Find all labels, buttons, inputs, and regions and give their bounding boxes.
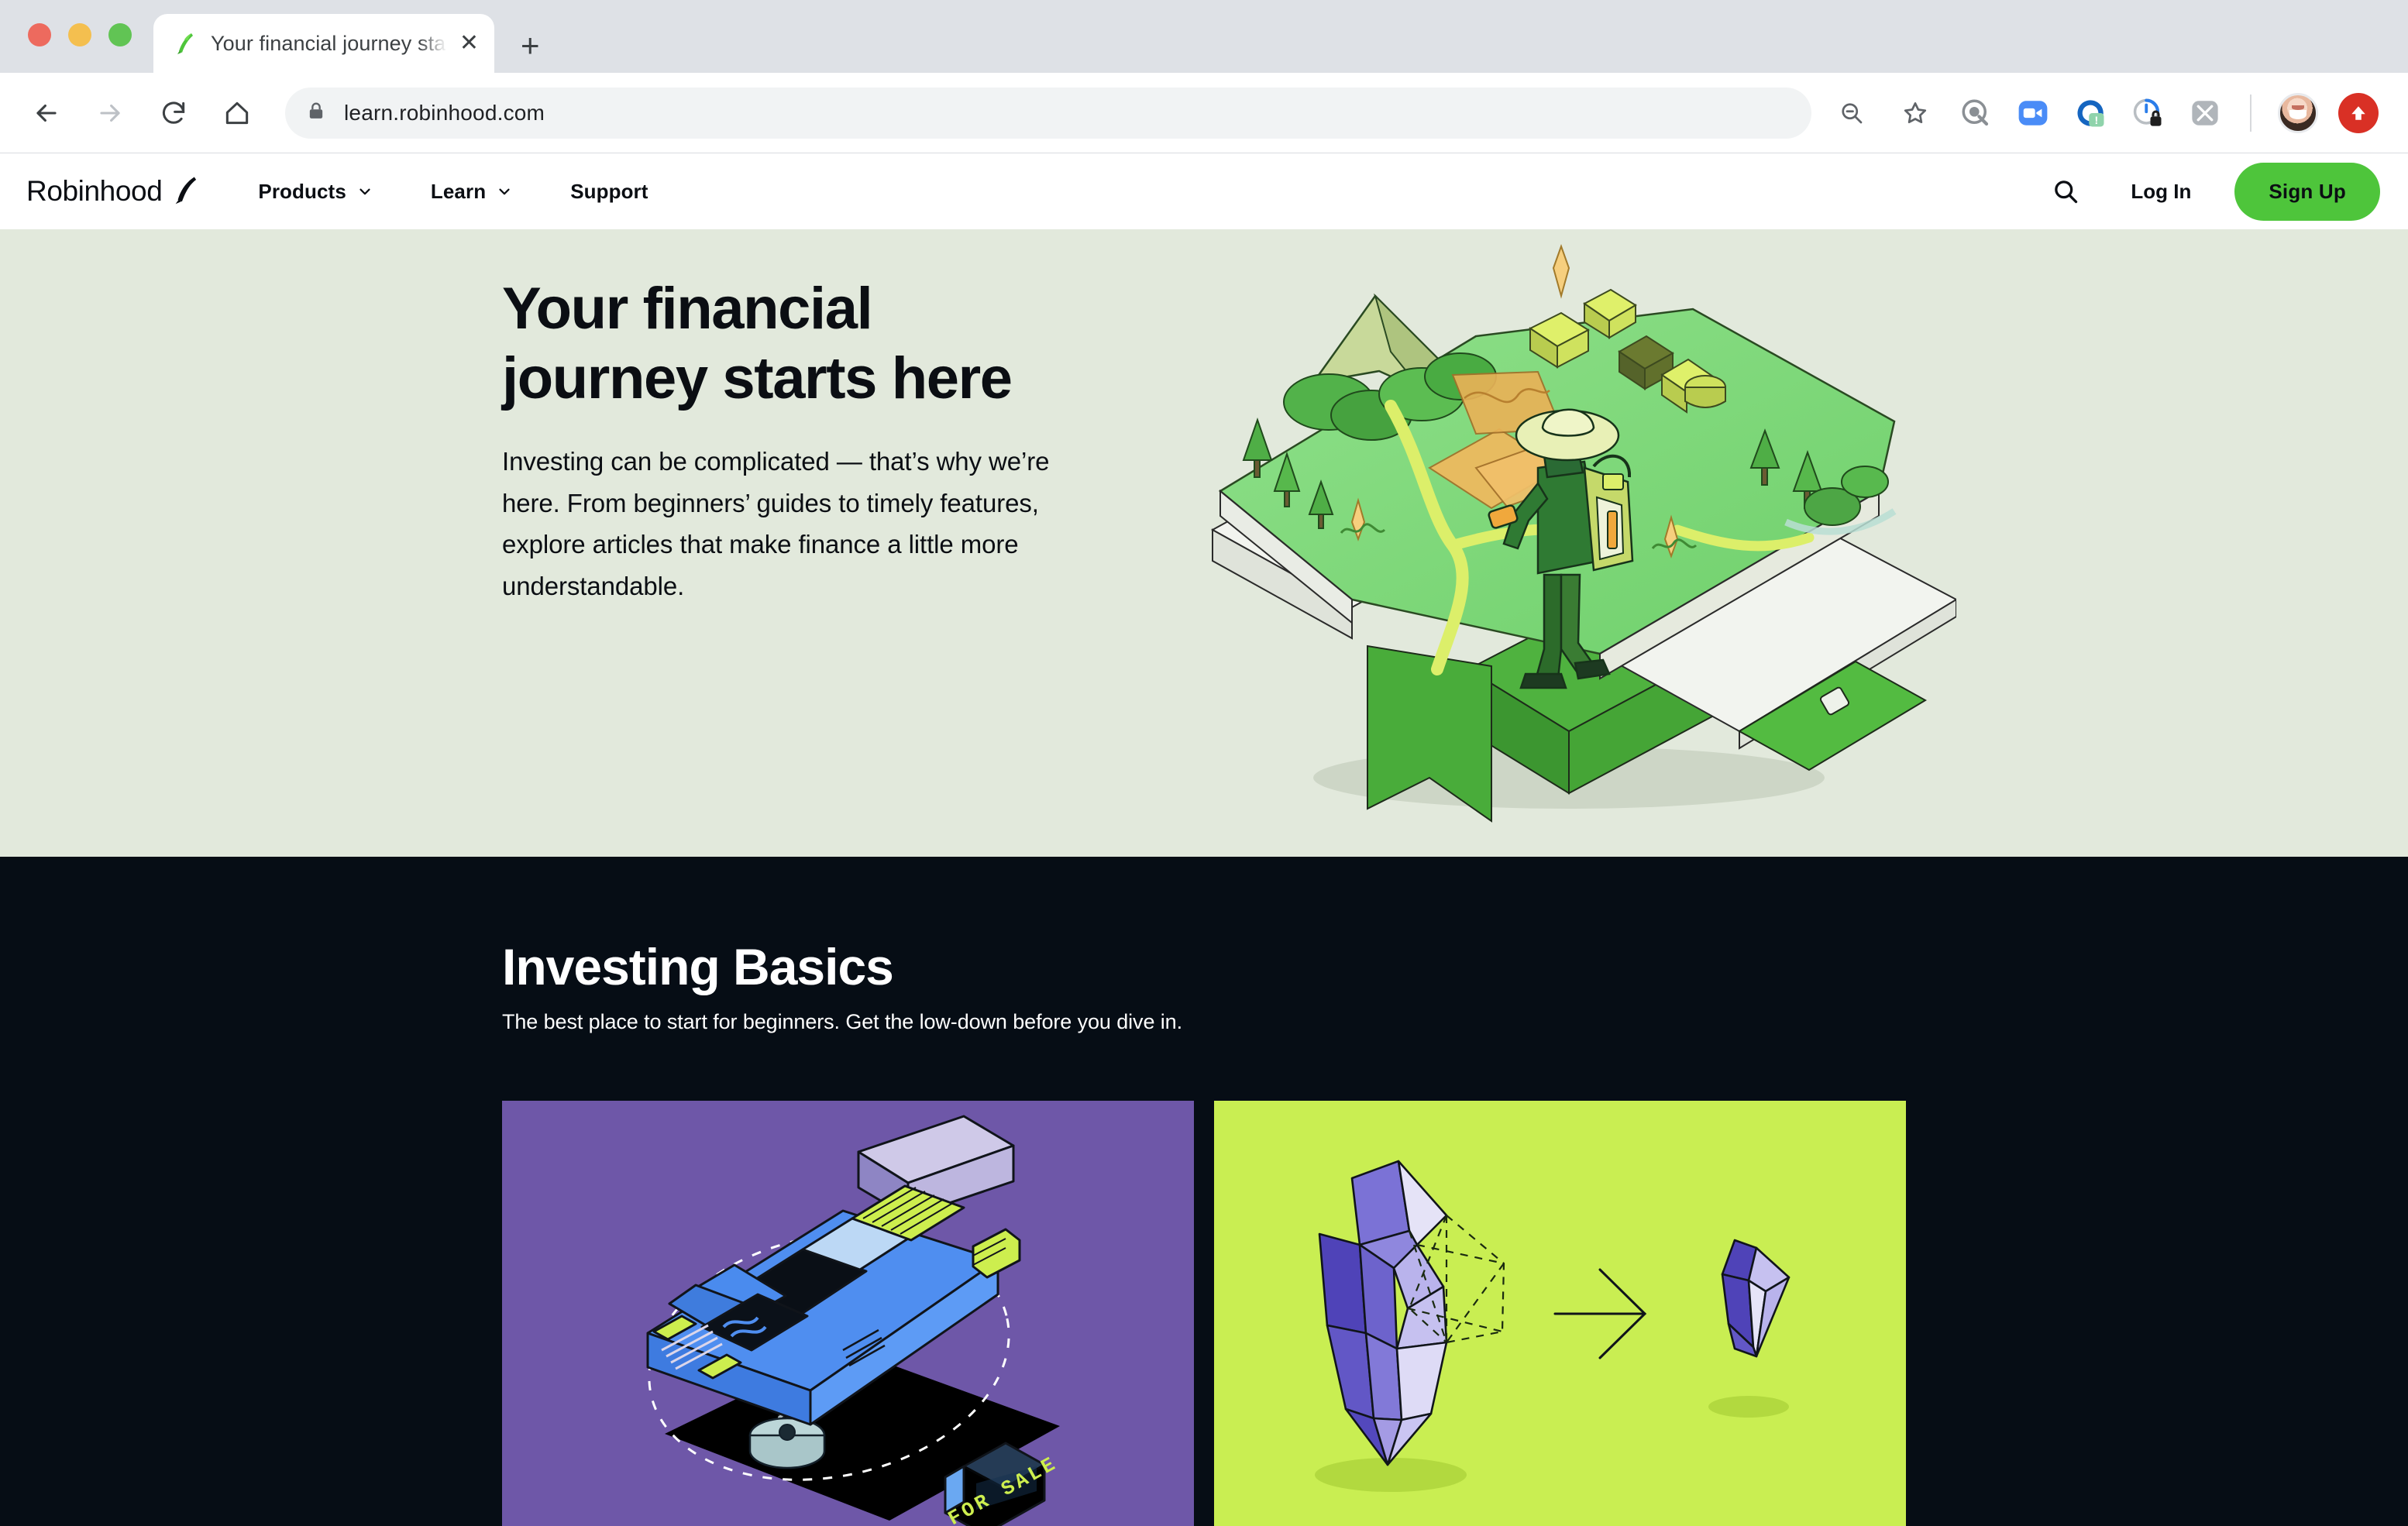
- address-bar[interactable]: learn.robinhood.com: [285, 87, 1811, 139]
- url-text[interactable]: learn.robinhood.com: [344, 101, 545, 125]
- chevron-down-icon: [499, 188, 510, 195]
- hero-section: Your financial journey starts here Inves…: [0, 229, 2408, 857]
- toolbar-right-icons: !: [1830, 91, 2383, 135]
- home-icon[interactable]: [215, 91, 259, 135]
- nav-link-products[interactable]: Products: [258, 180, 373, 204]
- forward-arrow-icon[interactable]: [88, 91, 132, 135]
- close-window-button[interactable]: [28, 23, 51, 46]
- browser-tab[interactable]: Your financial journey starts he ✕: [153, 14, 494, 73]
- brand-name: Robinhood: [26, 175, 163, 207]
- lock-icon: [305, 100, 327, 125]
- nav-right-actions: Log In Sign Up: [2044, 162, 2380, 221]
- tab-title: Your financial journey starts he: [211, 31, 447, 55]
- nav-link-learn-label: Learn: [430, 179, 487, 203]
- browser-window: Your financial journey starts he ✕ +: [0, 0, 2408, 1526]
- password-manager-extension-icon[interactable]: [2129, 95, 2166, 132]
- page-title: Your financial journey starts here: [502, 276, 1013, 411]
- log-in-button[interactable]: Log In: [2131, 180, 2191, 204]
- section-subtitle: The best place to start for beginners. G…: [502, 1010, 1182, 1033]
- article-card-grid: FOR SALE: [0, 1034, 2408, 1526]
- nav-link-products-label: Products: [258, 179, 346, 203]
- search-icon[interactable]: [2044, 170, 2087, 213]
- article-card[interactable]: [1214, 1101, 1906, 1526]
- sign-up-button[interactable]: Sign Up: [2234, 162, 2380, 221]
- zoom-video-extension-icon[interactable]: [2014, 95, 2052, 132]
- red-upload-arrow-icon[interactable]: [2338, 92, 2379, 133]
- crystal-splitting-illustration: [1315, 1160, 1791, 1492]
- tab-strip: Your financial journey starts he ✕ +: [0, 0, 2408, 73]
- disabled-extension-icon[interactable]: [2186, 95, 2224, 132]
- nav-link-support-label: Support: [570, 179, 648, 203]
- hiker-on-open-book-landscape-illustration: [1197, 235, 1959, 824]
- site-navigation-bar: Robinhood Products Learn Support Log In …: [0, 153, 2408, 229]
- star-bookmark-icon[interactable]: [1894, 91, 1937, 135]
- svg-text:!: !: [2095, 114, 2099, 126]
- toolbar-divider: [2250, 94, 2251, 132]
- close-icon[interactable]: ✕: [459, 32, 479, 55]
- maximize-window-button[interactable]: [108, 23, 132, 46]
- investing-basics-section: Investing Basics The best place to start…: [0, 857, 2408, 1526]
- grammarly-extension-icon[interactable]: !: [2072, 95, 2109, 132]
- zoom-out-icon[interactable]: [1830, 91, 1873, 135]
- article-card[interactable]: FOR SALE: [502, 1101, 1194, 1526]
- nav-link-support[interactable]: Support: [570, 180, 648, 204]
- primary-nav-links: Products Learn Support: [258, 180, 648, 204]
- robinhood-feather-icon: [172, 30, 198, 57]
- minimize-window-button[interactable]: [68, 23, 91, 46]
- chevron-down-icon: [359, 188, 370, 195]
- navigation-buttons: [25, 91, 259, 135]
- section-title: Investing Basics: [502, 938, 894, 995]
- back-arrow-icon[interactable]: [25, 91, 68, 135]
- browser-toolbar: learn.robinhood.com !: [0, 73, 2408, 153]
- isometric-blue-car-for-sale-illustration: FOR SALE: [646, 1115, 1061, 1526]
- nav-link-learn[interactable]: Learn: [431, 180, 513, 204]
- section-header: Investing Basics The best place to start…: [0, 857, 2408, 1034]
- reload-icon[interactable]: [152, 91, 195, 135]
- window-controls[interactable]: [0, 23, 132, 73]
- new-tab-icon[interactable]: +: [521, 29, 540, 62]
- profile-avatar[interactable]: [2278, 92, 2318, 133]
- brand-logo[interactable]: Robinhood: [26, 174, 201, 209]
- hero-subtitle: Investing can be complicated — that’s wh…: [502, 447, 1050, 600]
- hero-copy: Your financial journey starts here Inves…: [502, 229, 1091, 607]
- analytics-target-extension-icon[interactable]: [1957, 95, 1994, 132]
- robinhood-feather-logo: [170, 174, 201, 209]
